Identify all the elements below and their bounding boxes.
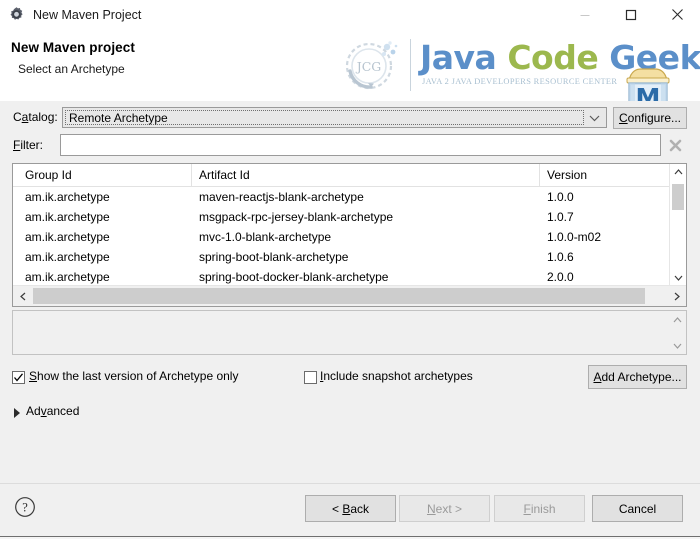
catalog-row: Catalog: Remote Archetype Configure... bbox=[0, 107, 700, 129]
scroll-up-icon[interactable] bbox=[670, 164, 686, 180]
jcg-badge-icon: JCG bbox=[340, 37, 402, 95]
cell-version: 2.0.0 bbox=[547, 270, 574, 284]
configure-button[interactable]: Configure... bbox=[613, 107, 687, 129]
svg-text:?: ? bbox=[22, 500, 28, 514]
table-row[interactable]: am.ik.archetype msgpack-rpc-jersey-blank… bbox=[13, 207, 686, 227]
archetype-table[interactable]: Group Id Artifact Id Version am.ik.arche… bbox=[12, 163, 687, 307]
cell-group-id: am.ik.archetype bbox=[25, 230, 110, 244]
window-controls bbox=[562, 0, 700, 29]
cancel-button-label: Cancel bbox=[618, 501, 657, 516]
show-last-version-checkbox[interactable] bbox=[12, 371, 25, 384]
table-horizontal-scrollbar[interactable] bbox=[13, 285, 686, 306]
archetype-description-panel[interactable] bbox=[12, 310, 687, 355]
scroll-left-icon[interactable] bbox=[14, 287, 31, 305]
table-row[interactable]: am.ik.archetype mvc-1.0-blank-archetype … bbox=[13, 227, 686, 247]
maximize-icon[interactable] bbox=[608, 0, 654, 29]
column-header-version[interactable]: Version bbox=[547, 168, 587, 182]
svg-text:JCG: JCG bbox=[355, 59, 382, 74]
options-row: SShow the last version of Archetype only… bbox=[0, 365, 700, 391]
next-button-label-rest: ext > bbox=[435, 501, 463, 516]
cell-version: 1.0.6 bbox=[547, 250, 574, 264]
logo-divider bbox=[410, 39, 411, 91]
column-divider[interactable] bbox=[539, 164, 540, 186]
catalog-selected-value: Remote Archetype bbox=[69, 110, 168, 125]
jcg-word-code: Code bbox=[507, 38, 610, 77]
cell-version: 1.0.0-m02 bbox=[547, 230, 602, 244]
cell-artifact-id: spring-boot-docker-blank-archetype bbox=[199, 270, 389, 284]
table-row[interactable]: am.ik.archetype maven-reactjs-blank-arch… bbox=[13, 187, 686, 207]
window-title: New Maven Project bbox=[33, 7, 142, 22]
vertical-scroll-thumb[interactable] bbox=[672, 184, 684, 210]
include-snapshots-checkbox[interactable] bbox=[304, 371, 317, 384]
cell-version: 1.0.7 bbox=[547, 210, 574, 224]
dialog-header: New Maven project Select an Archetype JC… bbox=[0, 29, 700, 114]
next-button: Next > bbox=[399, 495, 490, 522]
filter-label: Filter: bbox=[13, 138, 44, 152]
java-code-geeks-logo: JCG Java Code Geeks JAVA 2 JAVA DEVELOPE… bbox=[340, 33, 700, 97]
cell-group-id: am.ik.archetype bbox=[25, 210, 110, 224]
add-archetype-button[interactable]: Add Archetype... bbox=[588, 365, 687, 389]
cell-artifact-id: maven-reactjs-blank-archetype bbox=[199, 190, 364, 204]
jcg-word-java: Java bbox=[420, 38, 508, 77]
cell-group-id: am.ik.archetype bbox=[25, 190, 110, 204]
finish-button: Finish bbox=[494, 495, 585, 522]
table-vertical-scrollbar[interactable] bbox=[669, 164, 686, 286]
help-question-icon[interactable]: ? bbox=[14, 496, 36, 518]
add-archetype-label-rest: dd Archetype... bbox=[601, 370, 682, 384]
cell-artifact-id: spring-boot-blank-archetype bbox=[199, 250, 349, 264]
finish-button-label-rest: inish bbox=[530, 501, 556, 516]
column-header-group-id[interactable]: Group Id bbox=[25, 168, 72, 182]
cell-group-id: am.ik.archetype bbox=[25, 250, 110, 264]
configure-button-label-rest: onfigure... bbox=[627, 111, 682, 125]
cell-group-id: am.ik.archetype bbox=[25, 270, 110, 284]
scroll-down-icon[interactable] bbox=[670, 338, 685, 353]
horizontal-scroll-thumb[interactable] bbox=[33, 288, 645, 304]
show-last-version-label[interactable]: SShow the last version of Archetype only… bbox=[29, 369, 238, 383]
scroll-up-icon[interactable] bbox=[670, 312, 685, 327]
advanced-label[interactable]: Advanced bbox=[26, 404, 79, 418]
include-snapshots-label[interactable]: Include snapshot archetypes bbox=[320, 369, 473, 383]
cell-artifact-id: msgpack-rpc-jersey-blank-archetype bbox=[199, 210, 394, 224]
column-header-artifact-id[interactable]: Artifact Id bbox=[199, 168, 250, 182]
cell-version: 1.0.0 bbox=[547, 190, 574, 204]
back-button-label-rest: ack bbox=[350, 501, 370, 516]
page-subtitle: Select an Archetype bbox=[18, 62, 125, 76]
title-bar: New Maven Project bbox=[0, 0, 700, 30]
triangle-right-icon[interactable] bbox=[14, 407, 21, 421]
table-row[interactable]: am.ik.archetype spring-boot-blank-archet… bbox=[13, 247, 686, 267]
column-divider[interactable] bbox=[191, 164, 192, 186]
catalog-combobox-value-area: Remote Archetype bbox=[65, 110, 584, 125]
page-title: New Maven project bbox=[11, 40, 135, 55]
back-button[interactable]: < Back bbox=[305, 495, 396, 522]
catalog-label: Catalog: bbox=[13, 110, 58, 124]
table-header-row: Group Id Artifact Id Version bbox=[13, 164, 686, 187]
filter-input[interactable] bbox=[60, 134, 661, 156]
cell-artifact-id: mvc-1.0-blank-archetype bbox=[199, 230, 332, 244]
new-maven-project-dialog: New Maven Project New Maven project Sele… bbox=[0, 0, 700, 539]
description-scrollbar[interactable] bbox=[670, 312, 685, 353]
table-row[interactable]: am.ik.archetype spring-boot-docker-blank… bbox=[13, 267, 686, 287]
maven-gear-icon bbox=[8, 6, 25, 23]
jcg-tagline: JAVA 2 JAVA DEVELOPERS RESOURCE CENTER bbox=[422, 77, 618, 86]
scroll-right-icon[interactable] bbox=[668, 287, 685, 305]
table-body: am.ik.archetype maven-reactjs-blank-arch… bbox=[13, 187, 686, 287]
minimize-icon[interactable] bbox=[562, 0, 608, 29]
cancel-button[interactable]: Cancel bbox=[592, 495, 683, 522]
scroll-down-icon[interactable] bbox=[670, 270, 686, 286]
chevron-down-icon[interactable] bbox=[586, 108, 602, 127]
catalog-combobox[interactable]: Remote Archetype bbox=[62, 107, 607, 128]
clear-x-icon[interactable] bbox=[666, 136, 684, 154]
close-icon[interactable] bbox=[654, 0, 700, 29]
dialog-footer: ? < Back Next > Finish Cancel bbox=[0, 483, 700, 537]
filter-row: Filter: bbox=[0, 134, 700, 157]
dialog-body: Catalog: Remote Archetype Configure... F… bbox=[0, 101, 700, 483]
